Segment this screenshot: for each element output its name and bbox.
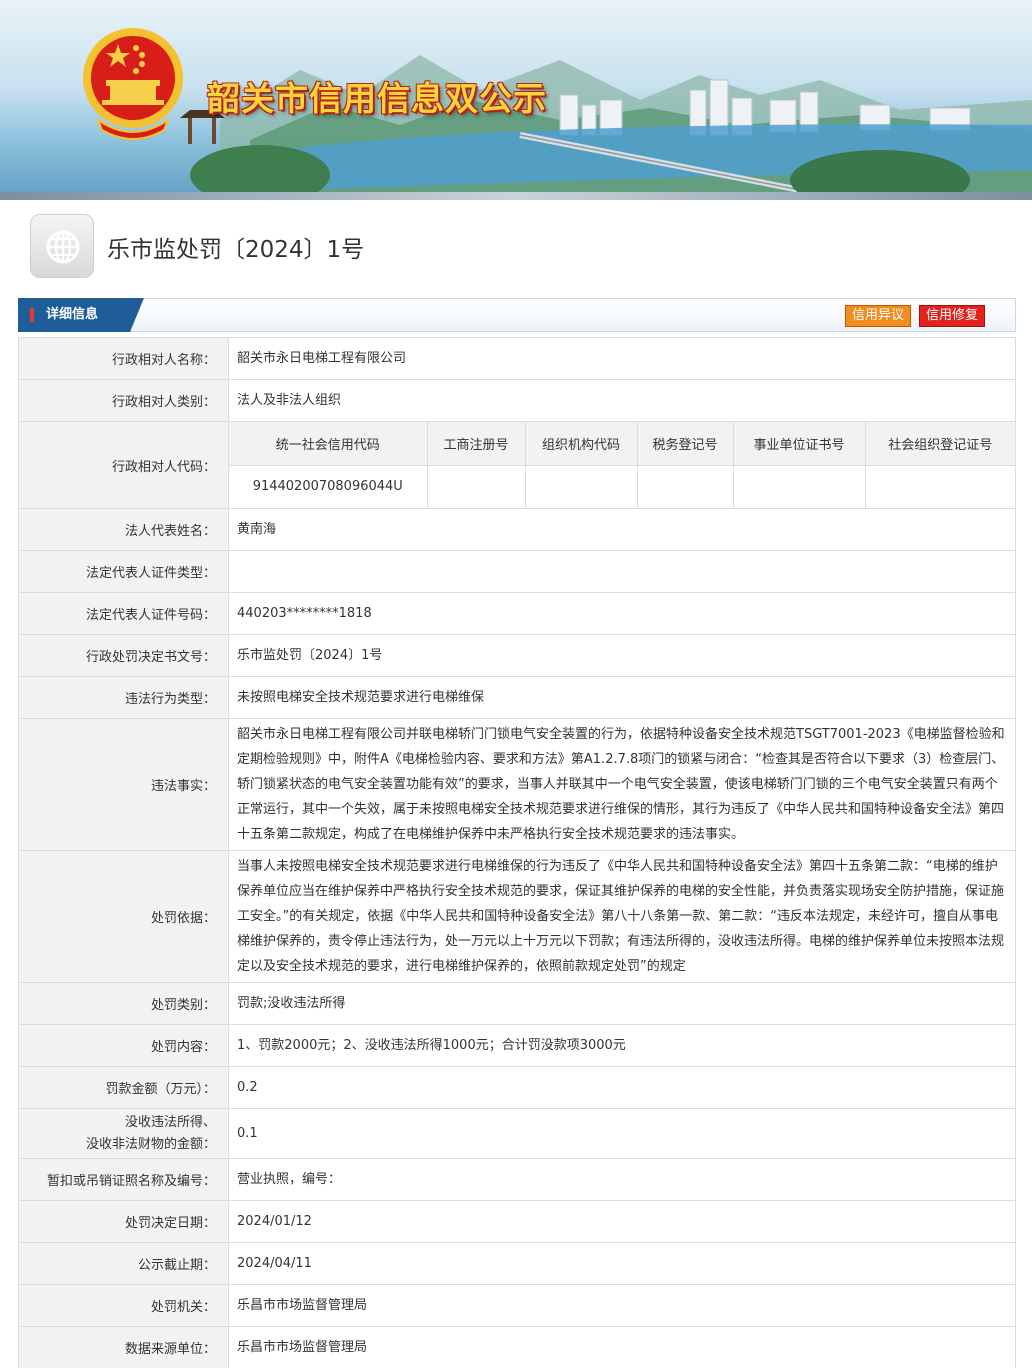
penalty-content-label: 处罚内容： <box>18 1024 229 1067</box>
party-code-table: 统一社会信用代码 工商注册号 组织机构代码 税务登记号 事业单位证书号 社会组织… <box>229 422 1015 508</box>
table-row: 行政相对人代码： 统一社会信用代码 工商注册号 组织机构代码 税务登记号 事业单… <box>18 421 1016 509</box>
national-emblem-icon <box>83 28 183 140</box>
authority-label: 处罚机关： <box>18 1284 229 1327</box>
party-type-value: 法人及非法人组织 <box>228 379 1016 422</box>
credit-objection-button[interactable]: 信用异议 <box>845 305 912 327</box>
code-value-tax-reg <box>636 465 733 508</box>
table-row: 罚款金额（万元）： 0.2 <box>18 1066 1016 1109</box>
penalty-type-value: 罚款;没收违法所得 <box>228 982 1016 1025</box>
facts-label: 违法事实： <box>18 718 229 851</box>
code-value-institution-cert <box>732 465 865 508</box>
table-row: 数据来源单位： 乐昌市市场监督管理局 <box>18 1326 1016 1368</box>
legal-rep-label: 法人代表姓名： <box>18 508 229 551</box>
legal-rep-id-type-value <box>228 550 1016 593</box>
facts-value: 韶关市永日电梯工程有限公司并联电梯轿门门锁电气安全装置的行为，依据特种设备安全技… <box>228 718 1016 851</box>
decision-no-value: 乐市监处罚〔2024〕1号 <box>228 634 1016 677</box>
legal-rep-id-type-label: 法定代表人证件类型： <box>18 550 229 593</box>
party-type-label: 行政相对人类别： <box>18 379 229 422</box>
table-row: 法定代表人证件类型： <box>18 550 1016 593</box>
table-row: 违法行为类型： 未按照电梯安全技术规范要求进行电梯维保 <box>18 676 1016 719</box>
legal-rep-value: 黄南海 <box>228 508 1016 551</box>
credit-repair-button[interactable]: 信用修复 <box>919 305 986 327</box>
code-value-business-reg <box>426 465 525 508</box>
decision-date-label: 处罚决定日期： <box>18 1200 229 1243</box>
decision-no-label: 行政处罚决定书文号： <box>18 634 229 677</box>
tab-marker <box>30 308 34 322</box>
globe-icon <box>30 214 94 278</box>
fine-amount-value: 0.2 <box>228 1066 1016 1109</box>
code-header-business-reg: 工商注册号 <box>426 422 525 466</box>
legal-rep-id-no-value: 440203********1818 <box>228 592 1016 635</box>
confiscation-value: 0.1 <box>228 1108 1016 1159</box>
public-deadline-label: 公示截止期： <box>18 1242 229 1285</box>
authority-value: 乐昌市市场监督管理局 <box>228 1284 1016 1327</box>
table-row: 法人代表姓名： 黄南海 <box>18 508 1016 551</box>
table-row: 处罚依据： 当事人未按照电梯安全技术规范要求进行电梯维保的行为违反了《中华人民共… <box>18 850 1016 983</box>
table-row: 行政处罚决定书文号： 乐市监处罚〔2024〕1号 <box>18 634 1016 677</box>
table-row: 没收违法所得、 没收非法财物的金额： 0.1 <box>18 1108 1016 1159</box>
table-row: 处罚内容： 1、罚款2000元；2、没收违法所得1000元；合计罚没款项3000… <box>18 1024 1016 1067</box>
detail-table: 行政相对人名称： 韶关市永日电梯工程有限公司 行政相对人类别： 法人及非法人组织… <box>18 337 1016 1368</box>
table-row: 暂扣或吊销证照名称及编号： 营业执照，编号： <box>18 1158 1016 1201</box>
detail-section-header: 详细信息 信用异议 信用修复 <box>18 298 1016 332</box>
code-header-credit: 统一社会信用代码 <box>229 422 427 466</box>
license-revoke-value: 营业执照，编号： <box>228 1158 1016 1201</box>
violation-type-value: 未按照电梯安全技术规范要求进行电梯维保 <box>228 676 1016 719</box>
code-value-credit: 91440200708096044U <box>229 465 427 508</box>
table-row: 处罚决定日期： 2024/01/12 <box>18 1200 1016 1243</box>
public-deadline-value: 2024/04/11 <box>228 1242 1016 1285</box>
code-value-org-code <box>524 465 637 508</box>
source-unit-label: 数据来源单位： <box>18 1326 229 1368</box>
tab-detail-info-label: 详细信息 <box>46 307 99 322</box>
table-row: 违法事实： 韶关市永日电梯工程有限公司并联电梯轿门门锁电气安全装置的行为，依据特… <box>18 718 1016 851</box>
page-title: 乐市监处罚〔2024〕1号 <box>107 237 365 263</box>
source-unit-value: 乐昌市市场监督管理局 <box>228 1326 1016 1368</box>
decision-date-value: 2024/01/12 <box>228 1200 1016 1243</box>
header-banner: 韶关市信用信息双公示 <box>0 0 1032 200</box>
table-row: 行政相对人类别： 法人及非法人组织 <box>18 379 1016 422</box>
table-row: 处罚类别： 罚款;没收违法所得 <box>18 982 1016 1025</box>
banner-divider <box>0 192 1032 200</box>
party-name-value: 韶关市永日电梯工程有限公司 <box>228 337 1016 380</box>
confiscation-label-line1: 没收违法所得、 <box>124 1114 216 1130</box>
penalty-content-value: 1、罚款2000元；2、没收违法所得1000元；合计罚没款项3000元 <box>228 1024 1016 1067</box>
confiscation-label: 没收违法所得、 没收非法财物的金额： <box>18 1108 229 1159</box>
table-row: 法定代表人证件号码： 440203********1818 <box>18 592 1016 635</box>
violation-type-label: 违法行为类型： <box>18 676 229 719</box>
table-row: 处罚机关： 乐昌市市场监督管理局 <box>18 1284 1016 1327</box>
confiscation-label-line2: 没收非法财物的金额： <box>85 1136 216 1152</box>
page-title-row: 乐市监处罚〔2024〕1号 <box>30 214 1010 278</box>
basis-value: 当事人未按照电梯安全技术规范要求进行电梯维保的行为违反了《中华人民共和国特种设备… <box>228 850 1016 983</box>
basis-label: 处罚依据： <box>18 850 229 983</box>
code-header-tax-reg: 税务登记号 <box>636 422 733 466</box>
code-header-social-org: 社会组织登记证号 <box>864 422 1015 466</box>
fine-amount-label: 罚款金额（万元）： <box>18 1066 229 1109</box>
license-revoke-label: 暂扣或吊销证照名称及编号： <box>18 1158 229 1201</box>
code-header-institution-cert: 事业单位证书号 <box>732 422 865 466</box>
penalty-type-label: 处罚类别： <box>18 982 229 1025</box>
party-code-cell: 统一社会信用代码 工商注册号 组织机构代码 税务登记号 事业单位证书号 社会组织… <box>228 421 1016 509</box>
party-name-label: 行政相对人名称： <box>18 337 229 380</box>
table-row: 行政相对人名称： 韶关市永日电梯工程有限公司 <box>18 337 1016 380</box>
legal-rep-id-no-label: 法定代表人证件号码： <box>18 592 229 635</box>
code-value-social-org <box>864 465 1015 508</box>
tab-detail-info[interactable]: 详细信息 <box>18 298 144 332</box>
site-title: 韶关市信用信息双公示 <box>207 79 547 118</box>
table-row: 公示截止期： 2024/04/11 <box>18 1242 1016 1285</box>
party-code-label: 行政相对人代码： <box>18 421 229 509</box>
code-header-org-code: 组织机构代码 <box>524 422 637 466</box>
